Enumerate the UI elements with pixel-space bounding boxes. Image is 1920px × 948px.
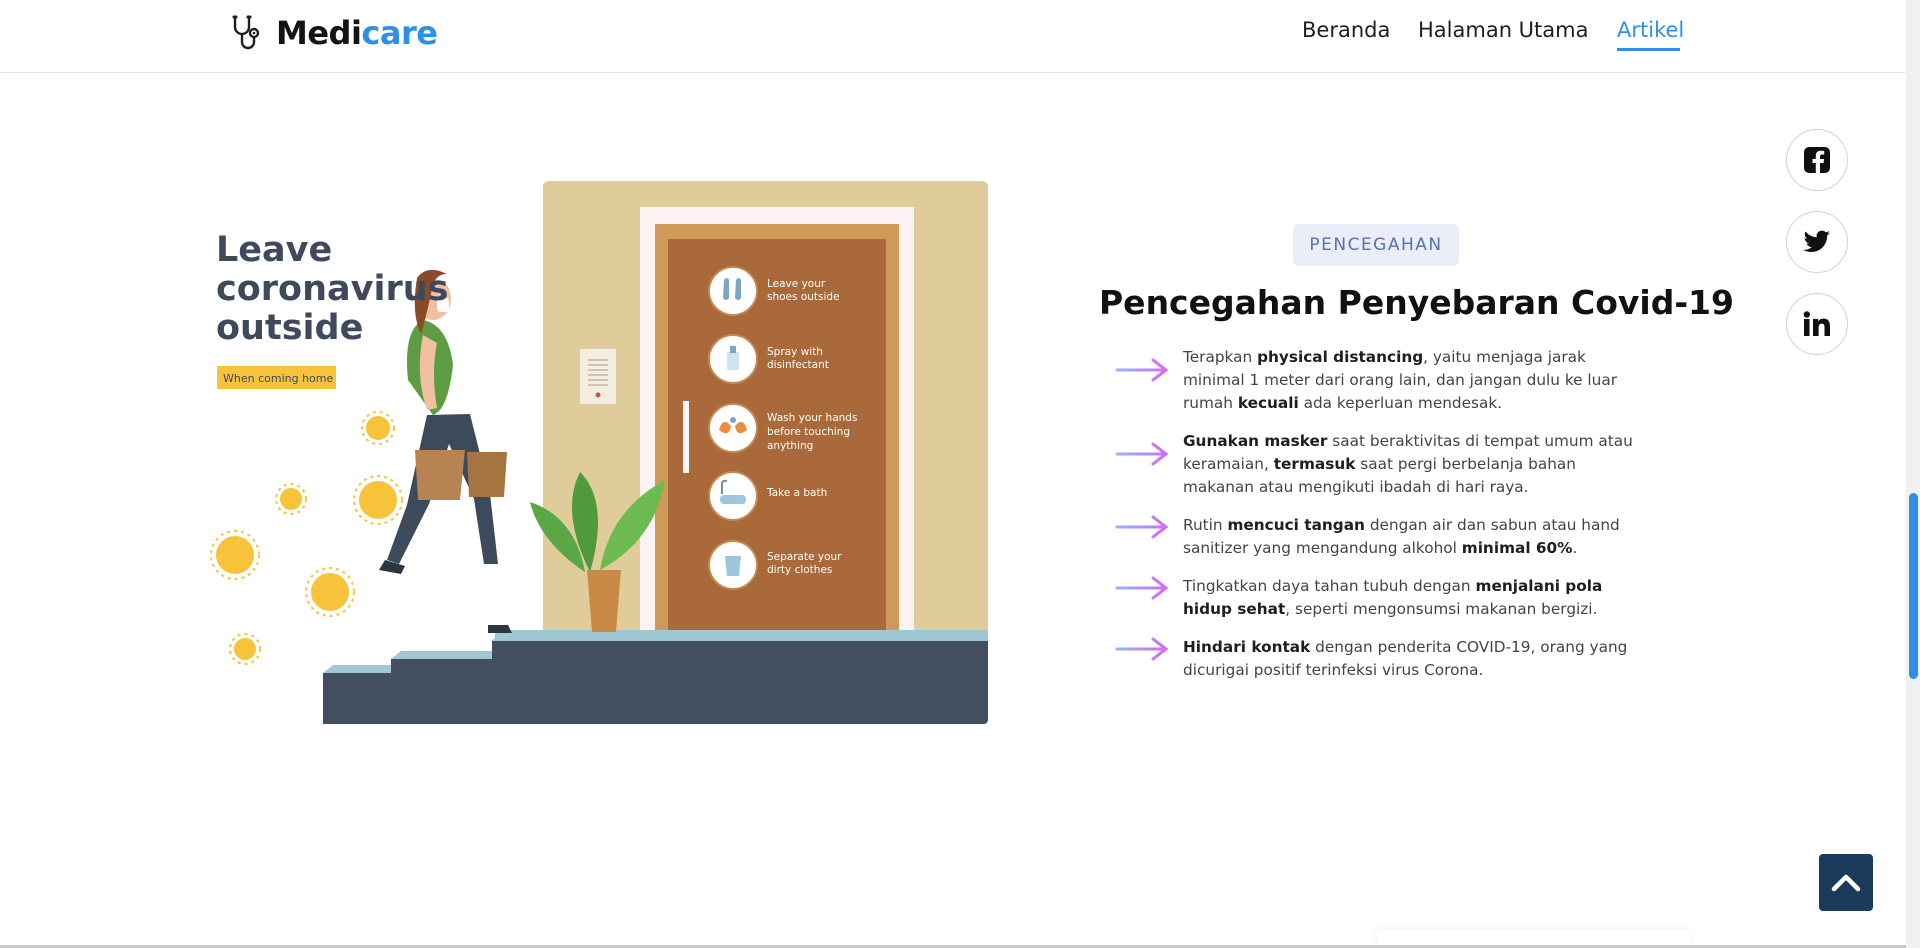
list-item-text: Hindari kontak dengan penderita COVID-19… [1183, 638, 1628, 679]
step-5-line1: Separate your [767, 551, 842, 563]
brand-name: Medicare [276, 14, 438, 52]
arrow-right-icon [1115, 442, 1169, 466]
nav-beranda[interactable]: Beranda [1302, 18, 1390, 42]
arrow-right-icon [1115, 515, 1169, 539]
list-item-text: Tingkatkan daya tahan tubuh dengan menja… [1183, 577, 1603, 618]
step-2-line1: Spray with [767, 346, 823, 358]
step-5-line2: dirty clothes [767, 564, 832, 576]
twitter-share-button[interactable] [1786, 211, 1848, 273]
logo[interactable]: Medicare [226, 12, 438, 54]
scrollbar-thumb[interactable] [1909, 493, 1918, 679]
scrollbar-track[interactable] [1906, 0, 1920, 948]
back-to-top-button[interactable] [1819, 854, 1873, 911]
step-3-line2: before touching [767, 426, 850, 438]
nav-active-indicator [1617, 48, 1680, 51]
facebook-icon [1804, 147, 1830, 173]
nav-halaman-utama[interactable]: Halaman Utama [1418, 18, 1588, 42]
list-item-text: Rutin mencuci tangan dengan air dan sabu… [1183, 516, 1620, 557]
category-tag[interactable]: PENCEGAHAN [1293, 224, 1459, 266]
arrow-right-icon [1115, 576, 1169, 600]
arrow-right-icon [1115, 358, 1169, 382]
facebook-share-button[interactable] [1786, 129, 1848, 191]
site-header: Medicare Beranda Halaman Utama Artikel [0, 0, 1906, 73]
linkedin-share-button[interactable] [1786, 293, 1848, 355]
illus-headline-3: outside [216, 308, 363, 348]
linkedin-icon [1803, 311, 1830, 336]
list-item-text: Gunakan masker saat beraktivitas di temp… [1183, 432, 1633, 496]
article-title: Pencegahan Penyebaran Covid-19 [1099, 283, 1734, 322]
step-3-line1: Wash your hands [767, 412, 857, 424]
step-1-line2: shoes outside [767, 291, 840, 303]
arrow-right-icon [1115, 637, 1169, 661]
stethoscope-icon [232, 15, 260, 50]
illus-headline-2: coronavirus [216, 269, 448, 309]
step-2-line2: disinfectant [767, 359, 829, 371]
nav-artikel[interactable]: Artikel [1617, 18, 1684, 42]
list-item-text: Terapkan physical distancing, yaitu menj… [1183, 348, 1618, 412]
twitter-icon [1803, 230, 1830, 252]
chevron-up-icon [1831, 874, 1861, 891]
leave-coronavirus-outside-illustration: Leave your shoes outside Spray with disi… [210, 181, 988, 724]
step-1-line1: Leave your [767, 278, 826, 290]
illus-badge: When coming home [223, 372, 334, 385]
step-4-line1: Take a bath [766, 487, 827, 499]
step-3-line3: anything [767, 440, 813, 452]
illus-headline-1: Leave [216, 230, 332, 270]
